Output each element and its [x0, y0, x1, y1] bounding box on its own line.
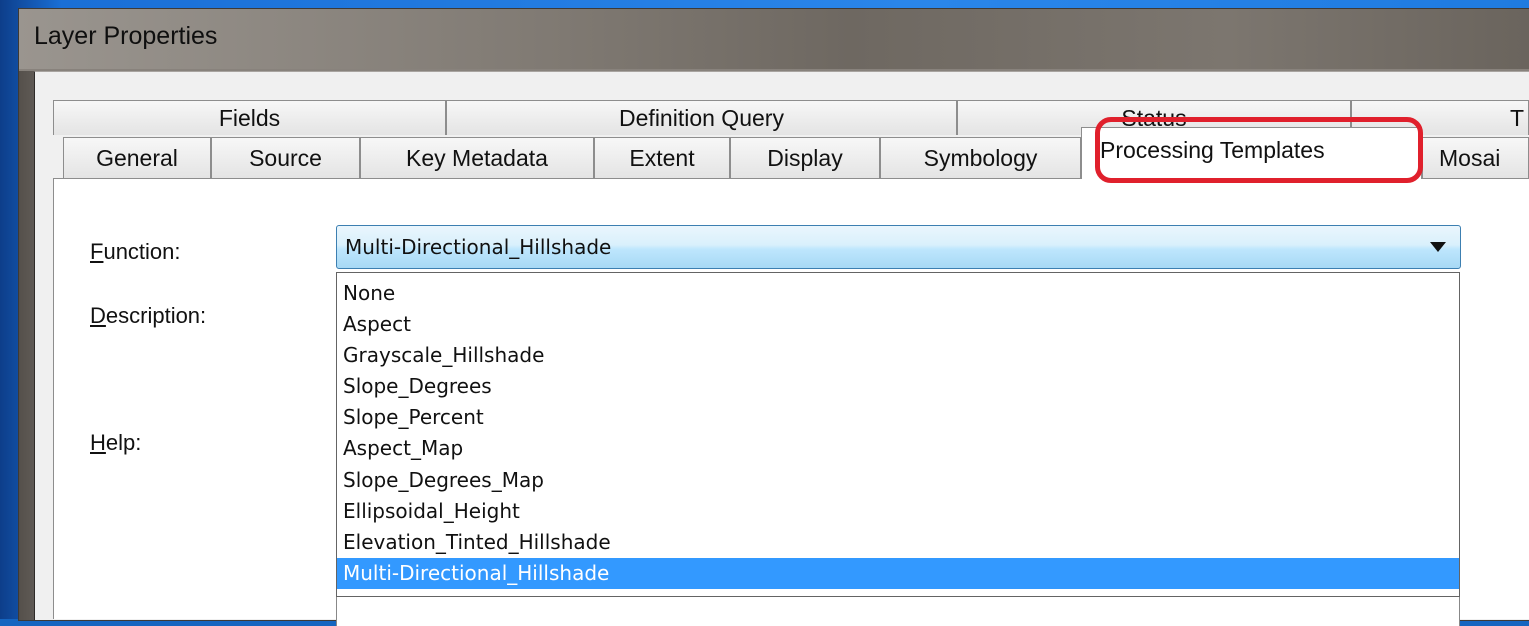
tab-display[interactable]: Display: [730, 137, 880, 178]
help-label: Help:: [90, 430, 142, 455]
tab-label: Fields: [218, 104, 281, 131]
function-combobox[interactable]: Multi-Directional_Hillshade: [336, 225, 1461, 269]
help-text-box: [336, 596, 1460, 626]
function-dropdown-list[interactable]: None Aspect Grayscale_Hillshade Slope_De…: [336, 272, 1460, 597]
tab-general[interactable]: General: [63, 137, 211, 178]
tab-label: Extent: [629, 144, 695, 171]
annotation-highlight: [1095, 117, 1423, 183]
dropdown-option-slope-percent[interactable]: Slope_Percent: [337, 402, 1459, 433]
dropdown-option-aspect[interactable]: Aspect: [337, 309, 1459, 340]
tab-label: Mosai: [1439, 144, 1501, 171]
tab-label: T: [1509, 104, 1524, 131]
dropdown-arrow-icon[interactable]: [1430, 242, 1446, 252]
tab-key-metadata[interactable]: Key Metadata: [360, 137, 594, 178]
tab-label: Display: [767, 144, 843, 171]
tab-symbology[interactable]: Symbology: [880, 137, 1081, 178]
description-label: Description:: [90, 303, 207, 328]
tab-label: General: [96, 144, 178, 171]
tab-label: Definition Query: [619, 104, 784, 131]
function-label: Function:: [90, 239, 181, 264]
tab-label: Symbology: [923, 144, 1038, 171]
function-combobox-value: Multi-Directional_Hillshade: [345, 235, 612, 259]
tab-label: Key Metadata: [406, 144, 548, 171]
window-title: Layer Properties: [34, 22, 218, 50]
dropdown-option-ellipsoidal-height[interactable]: Ellipsoidal_Height: [337, 496, 1459, 527]
dropdown-option-multi-directional-hillshade[interactable]: Multi-Directional_Hillshade: [337, 557, 1459, 589]
tab-extent[interactable]: Extent: [594, 137, 730, 178]
tab-fields[interactable]: Fields: [53, 100, 446, 135]
dropdown-option-elevation-tinted-hillshade[interactable]: Elevation_Tinted_Hillshade: [337, 527, 1459, 558]
tab-mosaic[interactable]: Mosai: [1422, 137, 1529, 178]
dropdown-option-none[interactable]: None: [337, 278, 1459, 309]
tab-definition-query[interactable]: Definition Query: [446, 100, 957, 135]
tab-label: Source: [249, 144, 322, 171]
dropdown-option-aspect-map[interactable]: Aspect_Map: [337, 433, 1459, 464]
dropdown-option-slope-degrees[interactable]: Slope_Degrees: [337, 371, 1459, 402]
dropdown-option-grayscale-hillshade[interactable]: Grayscale_Hillshade: [337, 340, 1459, 371]
dropdown-option-slope-degrees-map[interactable]: Slope_Degrees_Map: [337, 465, 1459, 496]
window-frame-left: [19, 71, 34, 620]
tab-source[interactable]: Source: [211, 137, 360, 178]
title-bar[interactable]: Layer Properties: [19, 9, 1529, 69]
